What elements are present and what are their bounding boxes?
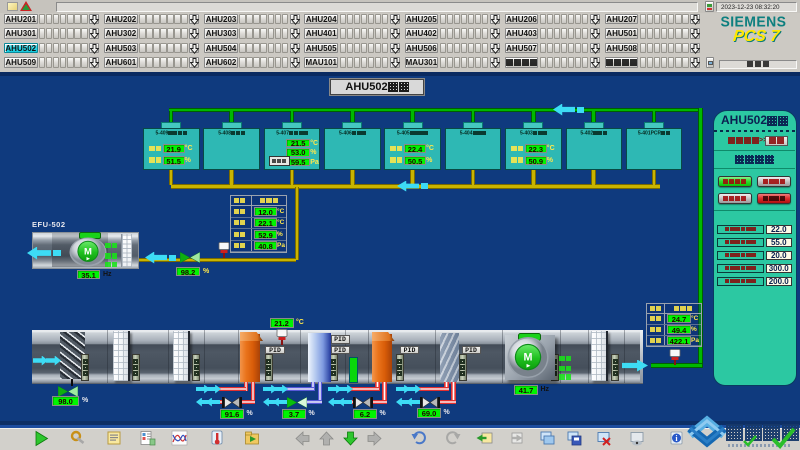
svg-text:M: M bbox=[524, 351, 533, 363]
svg-text:M: M bbox=[84, 246, 92, 257]
